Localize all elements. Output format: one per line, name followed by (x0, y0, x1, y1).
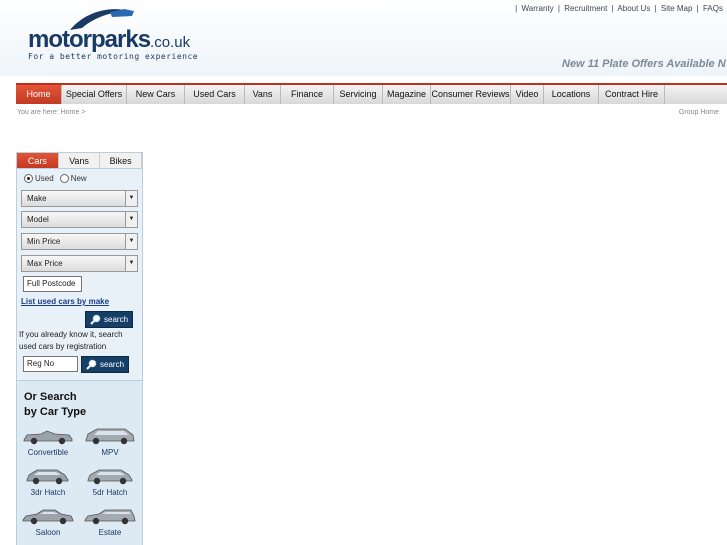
search-icon (90, 314, 101, 325)
nav-home[interactable]: Home (16, 85, 62, 104)
breadcrumb: You are here: Home > (17, 109, 86, 116)
toplink-recruitment[interactable]: Recruitment (564, 4, 607, 13)
logo-wordmark: motorparks.co.uk (28, 26, 191, 53)
tagline: For a better motoring experience (28, 52, 199, 61)
promo-banner[interactable]: New 11 Plate Offers Available N (562, 58, 726, 70)
vehicle-search-panel: Cars Vans Bikes Used New Make ▼ Model ▼ Mi… (16, 152, 143, 545)
nav-video[interactable]: Video (511, 85, 544, 104)
model-select[interactable]: Model ▼ (21, 211, 138, 228)
search-tabs: Cars Vans Bikes (17, 153, 143, 169)
nav-servicing[interactable]: Servicing (334, 85, 383, 104)
radio-used-dot[interactable] (24, 174, 33, 183)
make-select[interactable]: Make ▼ (21, 190, 138, 207)
chevron-down-icon: ▼ (125, 212, 137, 227)
car-type-mpv[interactable]: MPV (81, 426, 139, 457)
reg-number-input[interactable]: Reg No (23, 356, 78, 372)
search-icon (86, 359, 97, 370)
car-type-5dr-hatch[interactable]: 5dr Hatch (81, 466, 139, 497)
radio-new-dot[interactable] (59, 174, 69, 183)
estate-car-icon (84, 509, 136, 525)
mpv-car-icon (85, 428, 135, 445)
site-header: motorparks.co.uk For a better motoring e… (0, 0, 727, 76)
nav-consumer-reviews[interactable]: Consumer Reviews (431, 85, 511, 104)
max-price-select[interactable]: Max Price ▼ (21, 255, 138, 272)
registration-help-text: If you already know it, search used cars… (19, 330, 123, 351)
list-used-cars-link[interactable]: List used cars by make (21, 297, 109, 306)
nav-vans[interactable]: Vans (245, 85, 281, 104)
saloon-car-icon (22, 509, 74, 525)
tab-cars[interactable]: Cars (17, 153, 59, 168)
postcode-input[interactable]: Full Postcode (23, 276, 82, 292)
car-type-heading: Or Search by Car Type (24, 391, 87, 418)
site-logo[interactable]: motorparks.co.uk For a better motoring e… (28, 6, 198, 66)
toplink-faqs[interactable]: FAQs (703, 4, 723, 13)
tab-bikes[interactable]: Bikes (100, 153, 143, 168)
condition-radios: Used New (24, 174, 87, 183)
hatchback-car-icon (26, 469, 69, 485)
chevron-down-icon: ▼ (125, 191, 137, 206)
car-type-convertible[interactable]: Convertible (19, 426, 77, 457)
group-home-link[interactable]: Group Home (679, 109, 719, 116)
nav-magazine[interactable]: Magazine (383, 85, 431, 104)
min-price-select[interactable]: Min Price ▼ (21, 233, 138, 250)
car-type-saloon[interactable]: Saloon (19, 506, 77, 537)
nav-finance[interactable]: Finance (281, 85, 334, 104)
radio-used[interactable]: Used (24, 174, 54, 183)
reg-search-button[interactable]: search (81, 356, 130, 373)
hatchback-car-icon (87, 469, 133, 485)
nav-used-cars[interactable]: Used Cars (185, 85, 245, 104)
nav-locations[interactable]: Locations (544, 85, 599, 104)
main-nav: Home Special Offers New Cars Used Cars V… (16, 83, 727, 104)
chevron-down-icon: ▼ (125, 234, 137, 249)
chevron-down-icon: ▼ (125, 256, 137, 271)
nav-special-offers[interactable]: Special Offers (62, 85, 127, 104)
car-type-3dr-hatch[interactable]: 3dr Hatch (19, 466, 77, 497)
convertible-car-icon (23, 430, 73, 445)
tab-vans[interactable]: Vans (59, 153, 101, 168)
toplink-about-us[interactable]: About Us (617, 4, 650, 13)
page: motorparks.co.uk For a better motoring e… (0, 0, 727, 545)
radio-new[interactable]: New (59, 174, 87, 183)
car-type-section: Or Search by Car Type Convertible MPV 3dr… (17, 380, 142, 545)
top-links: | Warranty | Recruitment | About Us | Si… (515, 4, 723, 13)
car-type-estate[interactable]: Estate (81, 506, 139, 537)
toplink-site-map[interactable]: Site Map (661, 4, 693, 13)
nav-new-cars[interactable]: New Cars (127, 85, 185, 104)
toplink-warranty[interactable]: Warranty (521, 4, 553, 13)
search-button[interactable]: search (85, 311, 134, 328)
nav-contract-hire[interactable]: Contract Hire (599, 85, 665, 104)
